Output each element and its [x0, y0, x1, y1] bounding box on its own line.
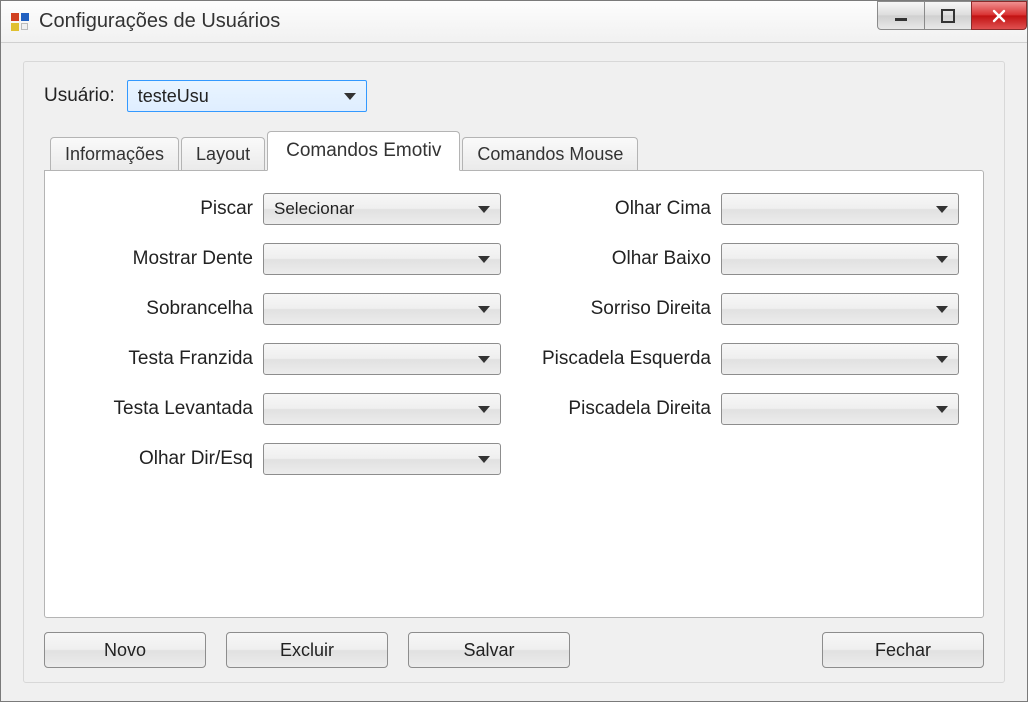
client-area: Usuário: testeUsu Informações Layout Com… [1, 43, 1027, 701]
tab-label: Comandos Mouse [477, 144, 623, 165]
field-piscadela-esquerda: Piscadela Esquerda [529, 343, 959, 375]
field-sorriso-direita: Sorriso Direita [529, 293, 959, 325]
sobrancelha-dropdown[interactable] [263, 293, 501, 325]
field-olhar-dir-esq: Olhar Dir/Esq [71, 443, 501, 475]
testa-levantada-dropdown[interactable] [263, 393, 501, 425]
field-label: Piscadela Esquerda [542, 348, 711, 370]
spacer [590, 632, 802, 668]
field-olhar-baixo: Olhar Baixo [529, 243, 959, 275]
field-label: Piscadela Direita [568, 398, 711, 420]
tab-label: Layout [196, 144, 250, 165]
field-piscar: Piscar Selecionar [71, 193, 501, 225]
chevron-down-icon [936, 206, 948, 213]
chevron-down-icon [344, 93, 356, 100]
button-label: Salvar [463, 640, 514, 661]
minimize-button[interactable] [877, 1, 925, 30]
button-label: Novo [104, 640, 146, 661]
sorriso-direita-dropdown[interactable] [721, 293, 959, 325]
piscadela-direita-dropdown[interactable] [721, 393, 959, 425]
field-mostrar-dente: Mostrar Dente [71, 243, 501, 275]
field-label: Piscar [200, 198, 253, 220]
chevron-down-icon [936, 356, 948, 363]
tabstrip: Informações Layout Comandos Emotiv Coman… [44, 130, 984, 170]
chevron-down-icon [478, 256, 490, 263]
field-label: Olhar Baixo [612, 248, 711, 270]
field-olhar-cima: Olhar Cima [529, 193, 959, 225]
field-testa-franzida: Testa Franzida [71, 343, 501, 375]
button-row: Novo Excluir Salvar Fechar [44, 632, 984, 668]
window-controls [878, 1, 1027, 30]
testa-franzida-dropdown[interactable] [263, 343, 501, 375]
tab-informacoes[interactable]: Informações [50, 137, 179, 171]
field-label: Olhar Dir/Esq [139, 448, 253, 470]
field-label: Testa Franzida [128, 348, 253, 370]
tab-label: Comandos Emotiv [286, 140, 441, 162]
app-icon [11, 13, 29, 31]
fechar-button[interactable]: Fechar [822, 632, 984, 668]
tab-comandos-emotiv[interactable]: Comandos Emotiv [267, 131, 460, 171]
user-label: Usuário: [44, 85, 115, 107]
chevron-down-icon [478, 306, 490, 313]
window: Configurações de Usuários Usuário: teste… [0, 0, 1028, 702]
field-label: Olhar Cima [615, 198, 711, 220]
field-label: Sorriso Direita [591, 298, 711, 320]
excluir-button[interactable]: Excluir [226, 632, 388, 668]
field-label: Sobrancelha [146, 298, 253, 320]
field-label: Mostrar Dente [133, 248, 253, 270]
chevron-down-icon [936, 256, 948, 263]
chevron-down-icon [478, 206, 490, 213]
main-panel: Usuário: testeUsu Informações Layout Com… [23, 61, 1005, 683]
olhar-dir-esq-dropdown[interactable] [263, 443, 501, 475]
tab-label: Informações [65, 144, 164, 165]
chevron-down-icon [936, 306, 948, 313]
maximize-icon [940, 8, 956, 24]
titlebar: Configurações de Usuários [1, 1, 1027, 43]
novo-button[interactable]: Novo [44, 632, 206, 668]
window-title: Configurações de Usuários [39, 10, 280, 33]
olhar-cima-dropdown[interactable] [721, 193, 959, 225]
piscadela-esquerda-dropdown[interactable] [721, 343, 959, 375]
fields-grid: Piscar Selecionar Mostrar Dente [71, 193, 957, 475]
close-icon [990, 7, 1008, 25]
chevron-down-icon [936, 406, 948, 413]
dropdown-value: Selecionar [274, 199, 354, 219]
salvar-button[interactable]: Salvar [408, 632, 570, 668]
right-column: Olhar Cima Olhar Baixo [529, 193, 959, 475]
field-piscadela-direita: Piscadela Direita [529, 393, 959, 425]
maximize-button[interactable] [924, 1, 972, 30]
chevron-down-icon [478, 356, 490, 363]
left-column: Piscar Selecionar Mostrar Dente [71, 193, 501, 475]
user-dropdown[interactable]: testeUsu [127, 80, 367, 112]
user-dropdown-value: testeUsu [138, 86, 209, 107]
field-sobrancelha: Sobrancelha [71, 293, 501, 325]
chevron-down-icon [478, 456, 490, 463]
button-label: Fechar [875, 640, 931, 661]
field-testa-levantada: Testa Levantada [71, 393, 501, 425]
mostrar-dente-dropdown[interactable] [263, 243, 501, 275]
close-button[interactable] [971, 1, 1027, 30]
chevron-down-icon [478, 406, 490, 413]
button-label: Excluir [280, 640, 334, 661]
piscar-dropdown[interactable]: Selecionar [263, 193, 501, 225]
field-label: Testa Levantada [114, 398, 253, 420]
user-row: Usuário: testeUsu [44, 80, 984, 112]
olhar-baixo-dropdown[interactable] [721, 243, 959, 275]
minimize-icon [893, 8, 909, 24]
tab-content: Piscar Selecionar Mostrar Dente [44, 170, 984, 618]
tab-comandos-mouse[interactable]: Comandos Mouse [462, 137, 638, 171]
tab-layout[interactable]: Layout [181, 137, 265, 171]
